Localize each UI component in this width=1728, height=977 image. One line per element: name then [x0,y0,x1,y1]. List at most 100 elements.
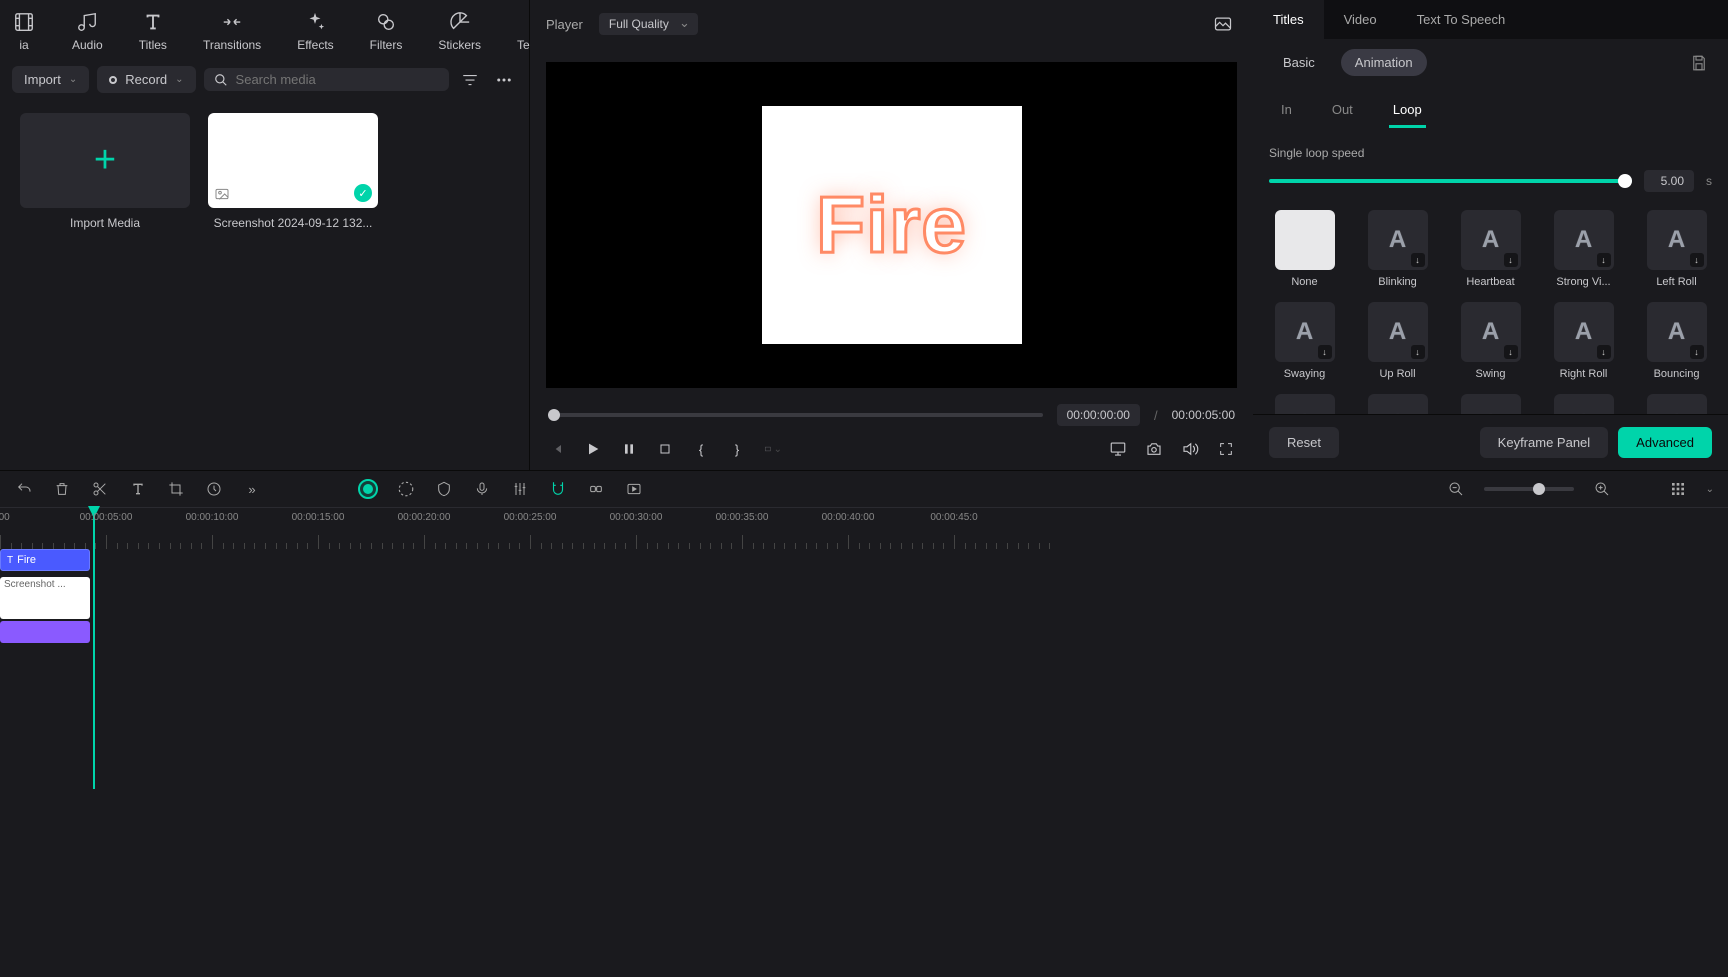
anim-tab-in[interactable]: In [1277,94,1296,128]
subtab-basic[interactable]: Basic [1269,49,1329,76]
tab-tts[interactable]: Text To Speech [1397,0,1526,39]
animation-item[interactable]: A↓MPEG Gli... [1639,394,1714,414]
scrubber-thumb[interactable] [548,409,560,421]
filter-button[interactable] [457,67,483,93]
speed-slider[interactable] [1269,179,1632,183]
inspector-panel: Titles Video Text To Speech Basic Animat… [1253,0,1728,470]
search-input[interactable] [236,72,439,87]
reset-button[interactable]: Reset [1269,427,1339,458]
camera-button[interactable] [1145,440,1163,458]
tab-video[interactable]: Video [1324,0,1397,39]
nav-stickers[interactable]: Stickers [434,8,485,54]
animation-item[interactable]: A↓Rotate in... [1453,394,1528,414]
more-tools-button[interactable]: » [242,479,262,499]
zoom-out-button[interactable] [1446,479,1466,499]
download-icon: ↓ [1411,345,1425,359]
magnetic-button[interactable] [548,479,568,499]
mark-in-button[interactable]: { [692,440,710,458]
nav-effects[interactable]: Effects [293,8,337,54]
animation-item[interactable]: A↓Bouncing [1639,302,1714,380]
record-dropdown[interactable]: Record ⌄ [97,66,195,93]
subtab-animation[interactable]: Animation [1341,49,1427,76]
mark-out-button[interactable]: } [728,440,746,458]
animation-item[interactable]: A↓Trembling [1267,394,1342,414]
zoom-slider[interactable] [1484,487,1574,491]
download-icon: ↓ [1504,345,1518,359]
title-clip[interactable]: T Fire [0,549,90,571]
quality-select[interactable]: Full Quality [599,13,698,35]
player-scrubber[interactable] [548,413,1043,417]
chevron-down-icon: ⌄ [175,74,183,85]
aspect-dropdown[interactable]: ⌄ [764,440,782,458]
animation-item[interactable]: A↓Left Roll [1639,210,1714,288]
more-button[interactable] [491,67,517,93]
animation-item[interactable]: A↓Swing [1453,302,1528,380]
play-button[interactable] [584,440,602,458]
ruler-mark: 00:00:15:00 [292,512,345,523]
preview-text: Fire [816,179,967,271]
animation-item[interactable]: None [1267,210,1342,288]
import-dropdown[interactable]: Import ⌄ [12,66,89,93]
animation-name: None [1291,276,1317,288]
nav-media[interactable]: ia [8,8,40,54]
voiceover-button[interactable] [472,479,492,499]
animation-item[interactable]: A↓Heartbeat [1453,210,1528,288]
speed-button[interactable] [204,479,224,499]
animation-name: Right Roll [1560,368,1608,380]
tab-titles[interactable]: Titles [1253,0,1324,39]
color-button[interactable] [396,479,416,499]
animation-item[interactable]: A↓Swaying [1267,302,1342,380]
preview-area[interactable]: Fire [546,62,1237,388]
timeline-tracks[interactable]: T Fire Screenshot ... [0,549,1728,749]
nav-transitions[interactable]: Transitions [199,8,265,54]
animation-item[interactable]: A↓Down Roll [1360,394,1435,414]
nav-transitions-label: Transitions [203,38,261,52]
advanced-button[interactable]: Advanced [1618,427,1712,458]
music-icon [75,10,99,34]
media-clip[interactable]: Screenshot ... [0,577,90,619]
animation-item[interactable]: A↓Strong Vi... [1546,210,1621,288]
link-button[interactable] [586,479,606,499]
animation-item[interactable]: A↓Right Roll [1546,302,1621,380]
animation-item[interactable]: A↓Blinking [1360,210,1435,288]
import-media-tile[interactable]: + Import Media [20,113,190,230]
animation-tile: A↓ [1554,210,1614,270]
speed-slider-thumb[interactable] [1618,174,1632,188]
auto-ripple-toggle[interactable] [358,479,378,499]
anim-tab-out[interactable]: Out [1328,94,1357,128]
snapshot-button[interactable] [1209,10,1237,38]
speed-value[interactable]: 5.00 [1644,170,1694,192]
stop-button[interactable] [656,440,674,458]
crop-button[interactable] [166,479,186,499]
keyframe-panel-button[interactable]: Keyframe Panel [1480,427,1609,458]
media-tile-screenshot[interactable]: ✓ Screenshot 2024-09-12 132... [208,113,378,230]
zoom-thumb[interactable] [1533,483,1545,495]
thumbnail-view-button[interactable] [1668,479,1688,499]
save-preset-button[interactable] [1686,50,1712,76]
marker-button[interactable] [434,479,454,499]
prev-frame-button[interactable] [548,440,566,458]
render-button[interactable] [624,479,644,499]
text-button[interactable] [128,479,148,499]
effect-clip[interactable] [0,621,90,643]
split-button[interactable] [90,479,110,499]
delete-button[interactable] [52,479,72,499]
zoom-in-button[interactable] [1592,479,1612,499]
search-box[interactable] [204,68,449,91]
volume-button[interactable] [1181,440,1199,458]
animation-item[interactable]: A↓Up Roll [1360,302,1435,380]
animation-item[interactable]: A↓Glitch [1546,394,1621,414]
record-dot-icon [109,76,117,84]
anim-tab-loop[interactable]: Loop [1389,94,1426,128]
audio-mixer-button[interactable] [510,479,530,499]
fullscreen-button[interactable] [1217,440,1235,458]
display-button[interactable] [1109,440,1127,458]
pause-button[interactable] [620,440,638,458]
undo-button[interactable] [14,479,34,499]
nav-filters[interactable]: Filters [366,8,407,54]
sparkle-icon [303,10,327,34]
timeline-ruler[interactable]: 0:0000:00:05:0000:00:10:0000:00:15:0000:… [0,507,1728,549]
nav-titles[interactable]: Titles [135,8,171,54]
nav-audio[interactable]: Audio [68,8,107,54]
view-dropdown[interactable]: ⌄ [1706,484,1714,495]
